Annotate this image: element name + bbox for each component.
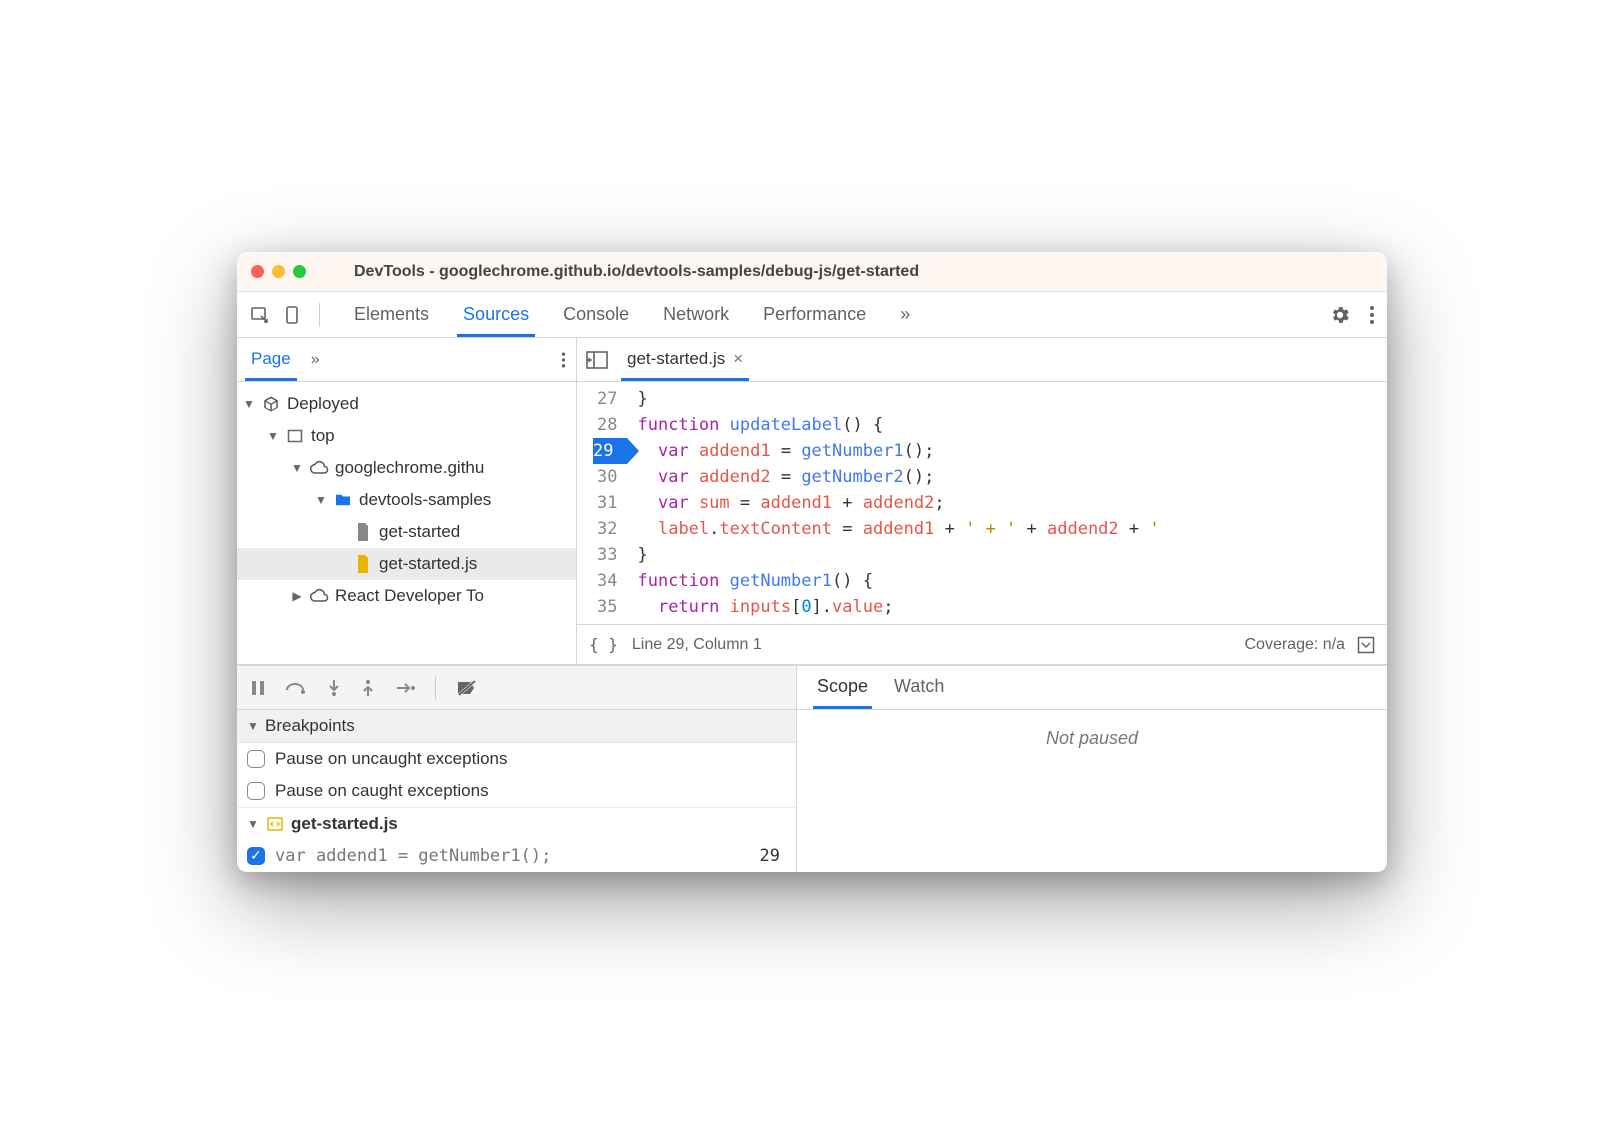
file-tab-bar: get-started.js × [577,338,1387,382]
tree-label: top [311,426,335,446]
not-paused-message: Not paused [797,710,1387,767]
tab-network[interactable]: Network [659,294,733,336]
file-tree: ▼ Deployed ▼ top ▼ googlechrome.githu ▼ [237,382,576,618]
inspect-icon[interactable] [249,304,271,326]
close-icon[interactable] [251,265,264,278]
checkbox[interactable] [247,782,265,800]
tab-watch[interactable]: Watch [892,667,946,708]
line-gutter[interactable]: 272829303132333435 [577,382,627,624]
breakpoints-title: Breakpoints [265,716,355,736]
script-badge-icon [267,817,283,831]
debug-toolbar [237,666,796,710]
code-editor[interactable]: 272829303132333435 }function updateLabel… [577,382,1387,624]
tree-label: get-started.js [379,554,477,574]
window-title: DevTools - googlechrome.github.io/devtoo… [354,263,1373,281]
deactivate-breakpoints-icon[interactable] [456,679,478,697]
step-icon[interactable] [395,681,415,695]
breakpoint-code: var addend1 = getNumber1(); [275,846,750,866]
tree-label: googlechrome.githu [335,458,484,478]
zoom-icon[interactable] [293,265,306,278]
hide-navigator-icon[interactable] [585,350,609,370]
frame-icon [285,426,305,446]
gear-icon[interactable] [1329,304,1351,326]
devtools-window: DevTools - googlechrome.github.io/devtoo… [237,252,1387,872]
kebab-icon[interactable] [1369,304,1375,326]
tree-label: get-started [379,522,460,542]
tree-file-html[interactable]: get-started [237,516,576,548]
tree-top[interactable]: ▼ top [237,420,576,452]
tree-label: Deployed [287,394,359,414]
debugger-pane: ▼ Breakpoints Pause on uncaught exceptio… [237,665,1387,872]
breakpoints-list: Pause on uncaught exceptions Pause on ca… [237,743,796,872]
editor-pane: get-started.js × 272829303132333435 }fun… [577,338,1387,664]
coverage-status: Coverage: n/a [1244,636,1345,654]
debug-right-panel: Scope Watch Not paused [797,666,1387,872]
panel-tabs: Elements Sources Console Network Perform… [350,294,1319,336]
folder-icon [333,490,353,510]
tree-file-js[interactable]: get-started.js [237,548,576,580]
tab-console[interactable]: Console [559,294,633,336]
pause-icon[interactable] [251,680,265,696]
cube-icon [261,394,281,414]
navigator-tabs: Page » [237,338,576,382]
cloud-icon [309,586,329,606]
cursor-position: Line 29, Column 1 [632,636,762,654]
step-out-icon[interactable] [361,679,375,697]
file-tab-name: get-started.js [627,349,725,369]
navigator-pane: Page » ▼ Deployed ▼ top ▼ [237,338,577,664]
navigator-kebab-icon[interactable] [561,350,566,370]
tree-label: React Developer To [335,586,484,606]
step-over-icon[interactable] [285,680,307,696]
file-tab[interactable]: get-started.js × [621,339,749,380]
minimize-icon[interactable] [272,265,285,278]
sources-body: Page » ▼ Deployed ▼ top ▼ [237,338,1387,665]
script-icon [353,554,373,574]
tree-folder[interactable]: ▼ devtools-samples [237,484,576,516]
titlebar: DevTools - googlechrome.github.io/devtoo… [237,252,1387,292]
pause-uncaught-row[interactable]: Pause on uncaught exceptions [237,743,796,775]
navigator-tab-page[interactable]: Page [247,339,295,380]
pause-uncaught-label: Pause on uncaught exceptions [275,749,508,769]
close-tab-icon[interactable]: × [733,349,743,369]
tab-elements[interactable]: Elements [350,294,433,336]
tab-sources[interactable]: Sources [459,294,533,336]
pause-caught-label: Pause on caught exceptions [275,781,489,801]
breakpoints-header[interactable]: ▼ Breakpoints [237,710,796,743]
checkbox-checked[interactable] [247,847,265,865]
breakpoint-entry[interactable]: var addend1 = getNumber1(); 29 [237,840,796,872]
window-controls [251,265,306,278]
tab-scope[interactable]: Scope [815,667,870,708]
pause-caught-row[interactable]: Pause on caught exceptions [237,775,796,807]
main-toolbar: Elements Sources Console Network Perform… [237,292,1387,338]
breakpoint-file-name: get-started.js [291,814,398,834]
tab-performance[interactable]: Performance [759,294,870,336]
code-content[interactable]: }function updateLabel() { var addend1 = … [627,382,1387,624]
checkbox[interactable] [247,750,265,768]
breakpoint-line: 29 [760,846,786,866]
document-icon [353,522,373,542]
navigator-overflow-icon[interactable]: » [311,351,320,369]
scope-tabs: Scope Watch [797,666,1387,710]
editor-statusbar: { } Line 29, Column 1 Coverage: n/a [577,624,1387,664]
breakpoint-file-header[interactable]: ▼ get-started.js [237,807,796,840]
debug-left-panel: ▼ Breakpoints Pause on uncaught exceptio… [237,666,797,872]
device-toggle-icon[interactable] [281,304,303,326]
tree-label: devtools-samples [359,490,491,510]
statusbar-menu-icon[interactable] [1357,636,1375,654]
tree-domain[interactable]: ▼ googlechrome.githu [237,452,576,484]
step-into-icon[interactable] [327,679,341,697]
divider [319,303,320,327]
pretty-print-icon[interactable]: { } [589,635,618,654]
cloud-icon [309,458,329,478]
tree-extension[interactable]: ▶ React Developer To [237,580,576,612]
tabs-overflow-icon[interactable]: » [896,294,914,336]
tree-deployed[interactable]: ▼ Deployed [237,388,576,420]
